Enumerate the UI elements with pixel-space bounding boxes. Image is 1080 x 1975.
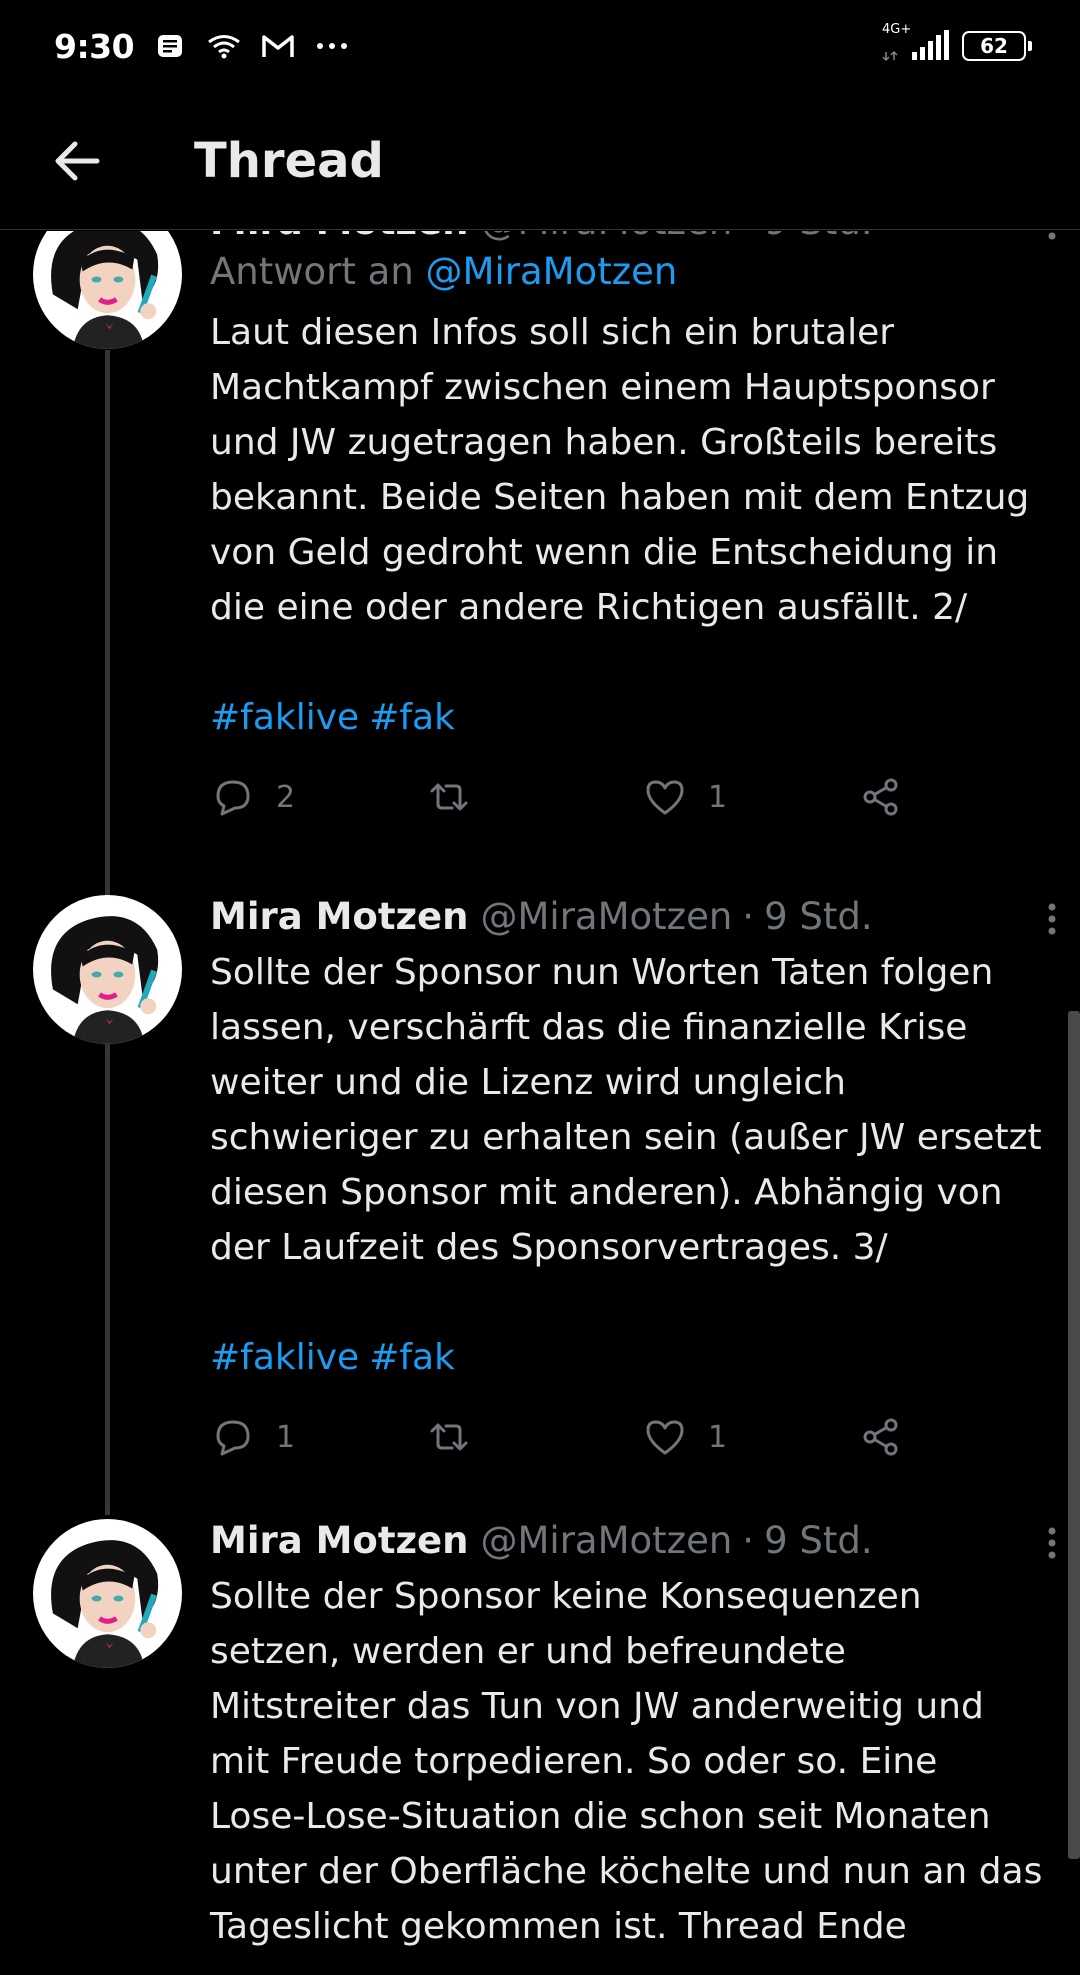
avatar[interactable]	[33, 231, 182, 349]
avatar-illustration-icon	[51, 916, 159, 1044]
separator: ·	[742, 231, 754, 243]
share-button[interactable]	[858, 774, 904, 820]
author-name[interactable]: Mira Motzen	[210, 231, 469, 243]
arrow-left-icon	[55, 141, 100, 180]
tweet-header: Mira Motzen @MiraMotzen · 9 Std.	[210, 895, 1050, 945]
share-button[interactable]	[858, 1414, 904, 1460]
more-options-icon[interactable]	[1040, 899, 1064, 939]
reply-context: Antwort an @MiraMotzen	[210, 250, 1050, 305]
reply-count: 2	[276, 779, 296, 815]
tweet-time[interactable]: 9 Std.	[764, 1519, 873, 1562]
share-icon	[863, 1418, 898, 1456]
retweet-button[interactable]	[426, 1414, 642, 1460]
reply-button[interactable]: 2	[210, 774, 426, 820]
avatar[interactable]	[33, 895, 182, 1044]
wifi-calling-icon	[208, 35, 240, 59]
tweet-time[interactable]: 9 Std.	[764, 895, 873, 938]
separator: ·	[742, 895, 755, 938]
tweet-actions: 2 1	[210, 767, 1050, 827]
author-handle[interactable]: @MiraMotzen	[481, 231, 733, 243]
signal-icon	[882, 30, 949, 62]
heart-icon	[646, 1420, 684, 1455]
author-name[interactable]: Mira Motzen	[210, 1519, 469, 1562]
avatar-illustration-icon	[51, 1540, 159, 1668]
reply-mention-link[interactable]: @MiraMotzen	[426, 250, 678, 293]
reply-count: 1	[276, 1419, 296, 1455]
retweet-icon	[430, 1423, 468, 1451]
tweet-header: Mira Motzen @MiraMotzen · 9 Std.	[210, 231, 1050, 250]
thread-header: Thread	[0, 92, 1080, 230]
scrollbar[interactable]	[1068, 1011, 1080, 1859]
author-handle[interactable]: @MiraMotzen	[481, 1519, 733, 1562]
thread-feed[interactable]: Mira Motzen @MiraMotzen · 9 Std. Antwort…	[0, 231, 1080, 1975]
tweet-text: Sollte der Sponsor keine Konsequenzen se…	[210, 1576, 1043, 1947]
signal-indicator: 4G+	[882, 22, 950, 64]
more-options-icon[interactable]	[1040, 231, 1064, 244]
author-name[interactable]: Mira Motzen	[210, 895, 469, 938]
back-button[interactable]	[37, 121, 117, 201]
hashtag-link[interactable]: #fak	[369, 1337, 455, 1378]
heart-icon	[646, 780, 684, 815]
like-count: 1	[708, 1419, 728, 1455]
hashtags: #faklive #fak	[210, 690, 1050, 745]
hashtag-link[interactable]: #faklive	[210, 1337, 359, 1378]
battery-icon: 62	[962, 31, 1032, 61]
notes-icon	[158, 35, 183, 57]
hashtag-link[interactable]: #fak	[369, 697, 455, 738]
status-bar: 9:30 4G+ 62	[0, 0, 1080, 92]
tweet-text: Sollte der Sponsor nun Worten Taten folg…	[210, 952, 1042, 1268]
battery-level: 62	[980, 34, 1008, 58]
tweet-header: Mira Motzen @MiraMotzen · 9 Std.	[210, 1519, 1050, 1569]
like-count: 1	[708, 779, 728, 815]
thread-connector	[105, 1055, 110, 1515]
reply-icon	[216, 1420, 250, 1456]
tweet-text: Laut diesen Infos soll sich ein brutaler…	[210, 312, 1030, 628]
retweet-button[interactable]	[426, 774, 642, 820]
hashtags: #faklive #fak	[210, 1330, 1050, 1385]
separator: ·	[742, 1519, 755, 1562]
reply-button[interactable]: 1	[210, 1414, 426, 1460]
hashtag-link[interactable]: #faklive	[210, 697, 359, 738]
retweet-icon	[430, 783, 468, 811]
share-icon	[863, 778, 898, 816]
author-handle[interactable]: @MiraMotzen	[481, 895, 733, 938]
page-title: Thread	[194, 132, 384, 189]
like-button[interactable]: 1	[642, 1414, 858, 1460]
more-options-icon[interactable]	[1040, 1523, 1064, 1563]
tweet-time[interactable]: 9 Std.	[764, 231, 873, 243]
tweet-actions: 1 1	[210, 1407, 1050, 1467]
more-dots-icon	[317, 43, 348, 49]
avatar[interactable]	[33, 1519, 182, 1668]
reply-prefix: Antwort an	[210, 250, 414, 293]
status-time: 9:30	[54, 26, 135, 66]
like-button[interactable]: 1	[642, 774, 858, 820]
gmail-icon	[262, 35, 294, 57]
reply-icon	[216, 780, 250, 816]
avatar-illustration-icon	[51, 231, 159, 349]
